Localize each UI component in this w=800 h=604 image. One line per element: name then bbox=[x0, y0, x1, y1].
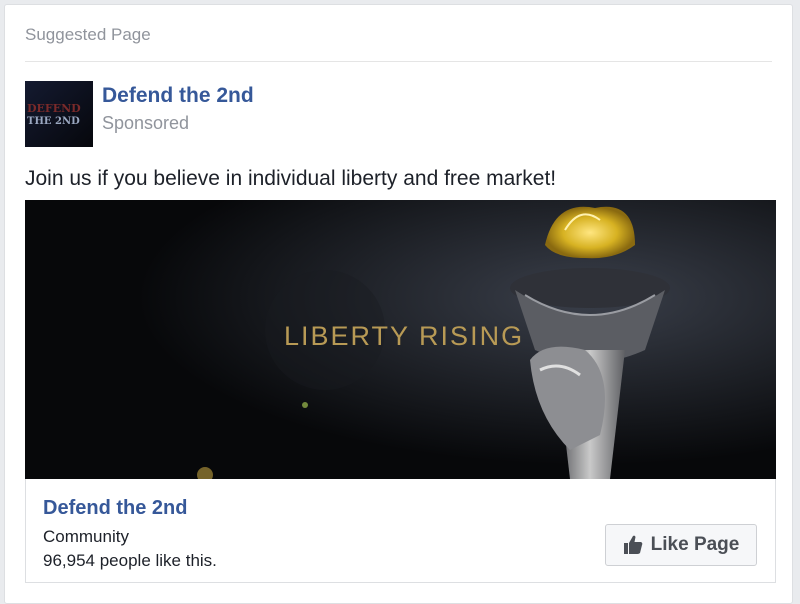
header-divider bbox=[25, 61, 772, 62]
sponsored-post-card: Suggested Page DEFEND THE 2ND Defend the… bbox=[4, 4, 793, 604]
post-text: Join us if you believe in individual lib… bbox=[25, 167, 557, 190]
thumbs-up-icon bbox=[623, 535, 643, 555]
sponsored-label: Sponsored bbox=[102, 113, 190, 133]
ad-banner-image[interactable]: LIBERTY RISING bbox=[25, 200, 776, 479]
like-page-button[interactable]: Like Page bbox=[605, 524, 757, 566]
suggested-page-header: Suggested Page bbox=[25, 25, 151, 44]
page-name-link[interactable]: Defend the 2nd bbox=[102, 84, 254, 108]
footer-page-name-link[interactable]: Defend the 2nd bbox=[43, 497, 187, 520]
page-avatar[interactable]: DEFEND THE 2ND bbox=[25, 81, 93, 147]
like-page-label: Like Page bbox=[650, 534, 740, 555]
like-count: 96,954 people like this. bbox=[43, 551, 217, 570]
page-category: Community bbox=[43, 527, 129, 546]
banner-title: LIBERTY RISING bbox=[284, 321, 525, 351]
page-footer: Defend the 2nd Community 96,954 people l… bbox=[25, 479, 776, 583]
avatar-text-2: THE 2ND bbox=[27, 116, 80, 127]
avatar-text-1: DEFEND bbox=[27, 102, 81, 115]
